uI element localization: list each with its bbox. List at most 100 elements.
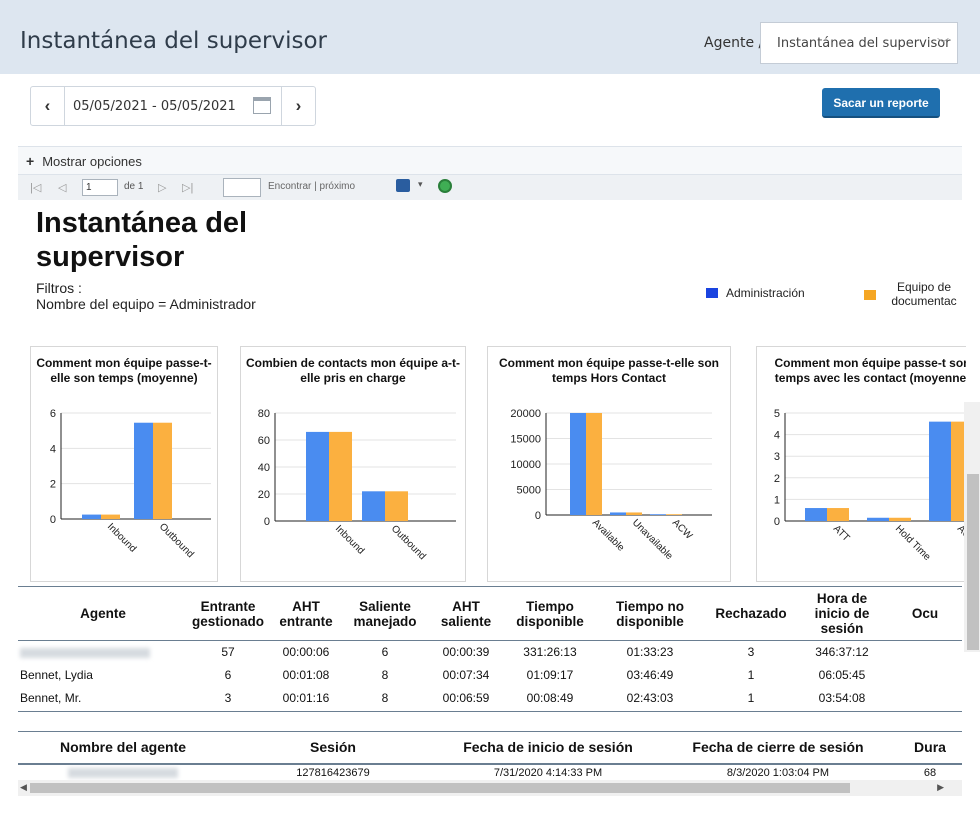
previous-page-icon[interactable]: ◁ bbox=[58, 181, 66, 194]
column-header[interactable]: AHT saliente bbox=[426, 587, 506, 641]
table-cell: 00:01:08 bbox=[282, 668, 330, 682]
column-header[interactable]: Tiempo disponible bbox=[506, 587, 594, 641]
next-page-icon[interactable]: ▷ bbox=[158, 181, 166, 194]
report-pager: |◁ ◁ 1 de 1 ▷ ▷| Encontrar | próximo ▾ bbox=[18, 174, 962, 200]
breadcrumb[interactable]: Agente / bbox=[704, 35, 763, 51]
column-header[interactable]: Rechazado bbox=[706, 587, 796, 641]
x-tick-label: ATT bbox=[831, 523, 852, 544]
page-count: de 1 bbox=[124, 181, 144, 192]
scroll-left-icon[interactable]: ◀ bbox=[20, 782, 27, 793]
vertical-scrollbar[interactable] bbox=[964, 402, 980, 652]
scrollbar-thumb[interactable] bbox=[30, 783, 850, 793]
chevron-down-icon: ﹀ bbox=[936, 37, 949, 51]
x-tick-label: Unavailable bbox=[630, 517, 675, 562]
column-header[interactable]: Dura bbox=[898, 732, 962, 764]
chart-plot: 0 20 40 60 80 Inbound Outbound bbox=[258, 408, 456, 562]
bar bbox=[805, 508, 827, 521]
chart-time-spent: Comment mon équipe passe-t-elle son temp… bbox=[30, 346, 218, 582]
redacted-name bbox=[68, 767, 178, 778]
bar bbox=[385, 491, 408, 521]
report-content: ‹ 05/05/2021 - 05/05/2021 › Sacar un rep… bbox=[18, 74, 980, 823]
table-cell: 03:46:49 bbox=[626, 668, 674, 682]
date-range-input[interactable]: 05/05/2021 - 05/05/2021 bbox=[73, 99, 236, 114]
y-tick-label: 0 bbox=[50, 514, 56, 526]
bar bbox=[650, 514, 666, 515]
page-number-input[interactable]: 1 bbox=[82, 179, 118, 196]
y-tick-label: 40 bbox=[258, 462, 270, 474]
export-dropdown-icon[interactable]: ▾ bbox=[418, 179, 423, 190]
y-tick-label: 3 bbox=[774, 451, 780, 463]
column-header[interactable]: Fecha de inicio de sesión bbox=[438, 732, 658, 764]
legend-label: Administración bbox=[726, 286, 805, 300]
bar bbox=[329, 431, 352, 521]
run-report-button[interactable]: Sacar un reporte bbox=[822, 88, 940, 118]
table-row: 127816423679 7/31/2020 4:14:33 PM 8/3/2020… bbox=[18, 764, 962, 781]
horizontal-scrollbar[interactable]: ◀ ▶ bbox=[18, 780, 962, 796]
bar bbox=[82, 514, 101, 519]
table-cell: 57 bbox=[221, 645, 235, 660]
column-header[interactable]: Agente bbox=[18, 587, 188, 641]
agent-name-cell: Bennet, Mr. bbox=[20, 691, 82, 705]
table-cell: 8 bbox=[381, 691, 389, 705]
bar bbox=[666, 514, 682, 515]
show-options-toggle[interactable]: + Mostrar opciones bbox=[18, 146, 962, 174]
table-cell: 3 bbox=[224, 691, 232, 705]
report-filters: Filtros : Nombre del equipo = Administra… bbox=[36, 280, 256, 312]
bar bbox=[101, 514, 120, 519]
save-icon[interactable] bbox=[396, 179, 410, 192]
chart-plot: 0 2 4 6 Inbound Outbound bbox=[50, 408, 211, 560]
column-header[interactable]: Entrante gestionado bbox=[188, 587, 268, 641]
find-input[interactable] bbox=[223, 178, 261, 197]
table-row: 57 00:00:06 6 00:00:39 331:26:13 01:33:23 3 346… bbox=[18, 641, 962, 664]
y-tick-label: 0 bbox=[774, 516, 780, 528]
filters-label: Filtros : bbox=[36, 280, 82, 296]
x-tick-label: Available bbox=[590, 517, 627, 554]
refresh-icon[interactable] bbox=[438, 179, 452, 193]
page-title: Instantánea del supervisor bbox=[20, 28, 328, 54]
section-divider bbox=[18, 711, 962, 712]
column-header[interactable]: Saliente manejado bbox=[344, 587, 426, 641]
legend-item: Administración bbox=[706, 286, 805, 300]
table-cell: 3 bbox=[747, 645, 755, 660]
bar bbox=[889, 517, 911, 521]
last-page-icon[interactable]: ▷| bbox=[182, 181, 193, 194]
show-options-label: Mostrar opciones bbox=[42, 154, 142, 169]
column-header[interactable]: Tiempo no disponible bbox=[594, 587, 706, 641]
chart-plot: 0 5000 10000 15000 20000 Available Unavailable… bbox=[510, 408, 712, 562]
filters-value: Nombre del equipo = Administrador bbox=[36, 296, 256, 312]
y-tick-label: 5 bbox=[774, 408, 780, 420]
agent-sessions-table: Nombre del agente Sesión Fecha de inicio d… bbox=[18, 731, 962, 781]
table-cell: 8 bbox=[381, 668, 389, 682]
agent-stats-table: Agente Entrante gestionado AHT entrante Sal… bbox=[18, 586, 962, 710]
table-cell: 00:00:06 bbox=[282, 645, 330, 660]
first-page-icon[interactable]: |◁ bbox=[30, 181, 41, 194]
column-header[interactable]: Hora de inicio de sesión bbox=[796, 587, 888, 641]
previous-range-button[interactable]: ‹ bbox=[31, 87, 65, 125]
calendar-icon[interactable] bbox=[253, 97, 271, 114]
column-header[interactable]: Fecha de cierre de sesión bbox=[658, 732, 898, 764]
table-row: Bennet, Lydia 6 00:01:08 8 00:07:34 01:09:17 0… bbox=[18, 664, 962, 687]
next-range-button[interactable]: › bbox=[281, 87, 315, 125]
legend-item: Equipo de documentac bbox=[864, 280, 964, 308]
table-cell: 00:01:16 bbox=[282, 691, 330, 705]
report-select[interactable]: Instantánea del supervisor ﹀ bbox=[760, 22, 958, 64]
column-header[interactable]: Ocu bbox=[888, 587, 962, 641]
scrollbar-thumb[interactable] bbox=[967, 474, 979, 650]
column-header[interactable]: AHT entrante bbox=[268, 587, 344, 641]
y-tick-label: 20 bbox=[258, 489, 270, 501]
y-tick-label: 4 bbox=[774, 430, 780, 442]
table-cell: 00:06:59 bbox=[442, 691, 490, 705]
report-title: Instantánea del supervisor bbox=[36, 207, 248, 273]
table-cell: 1 bbox=[747, 691, 755, 705]
scroll-right-icon[interactable]: ▶ bbox=[937, 782, 944, 793]
find-next-link[interactable]: Encontrar | próximo bbox=[268, 181, 355, 192]
y-tick-label: 20000 bbox=[510, 408, 541, 420]
column-header[interactable]: Nombre del agente bbox=[18, 732, 228, 764]
chart-contacts-handled: Combien de contacts mon équipe a-t-elle … bbox=[240, 346, 466, 582]
bar bbox=[610, 512, 626, 515]
y-tick-label: 1 bbox=[774, 494, 780, 506]
agent-name-cell: Bennet, Lydia bbox=[20, 668, 93, 682]
y-tick-label: 2 bbox=[774, 473, 780, 485]
column-header[interactable]: Sesión bbox=[228, 732, 438, 764]
table-cell: 6 bbox=[224, 668, 232, 682]
